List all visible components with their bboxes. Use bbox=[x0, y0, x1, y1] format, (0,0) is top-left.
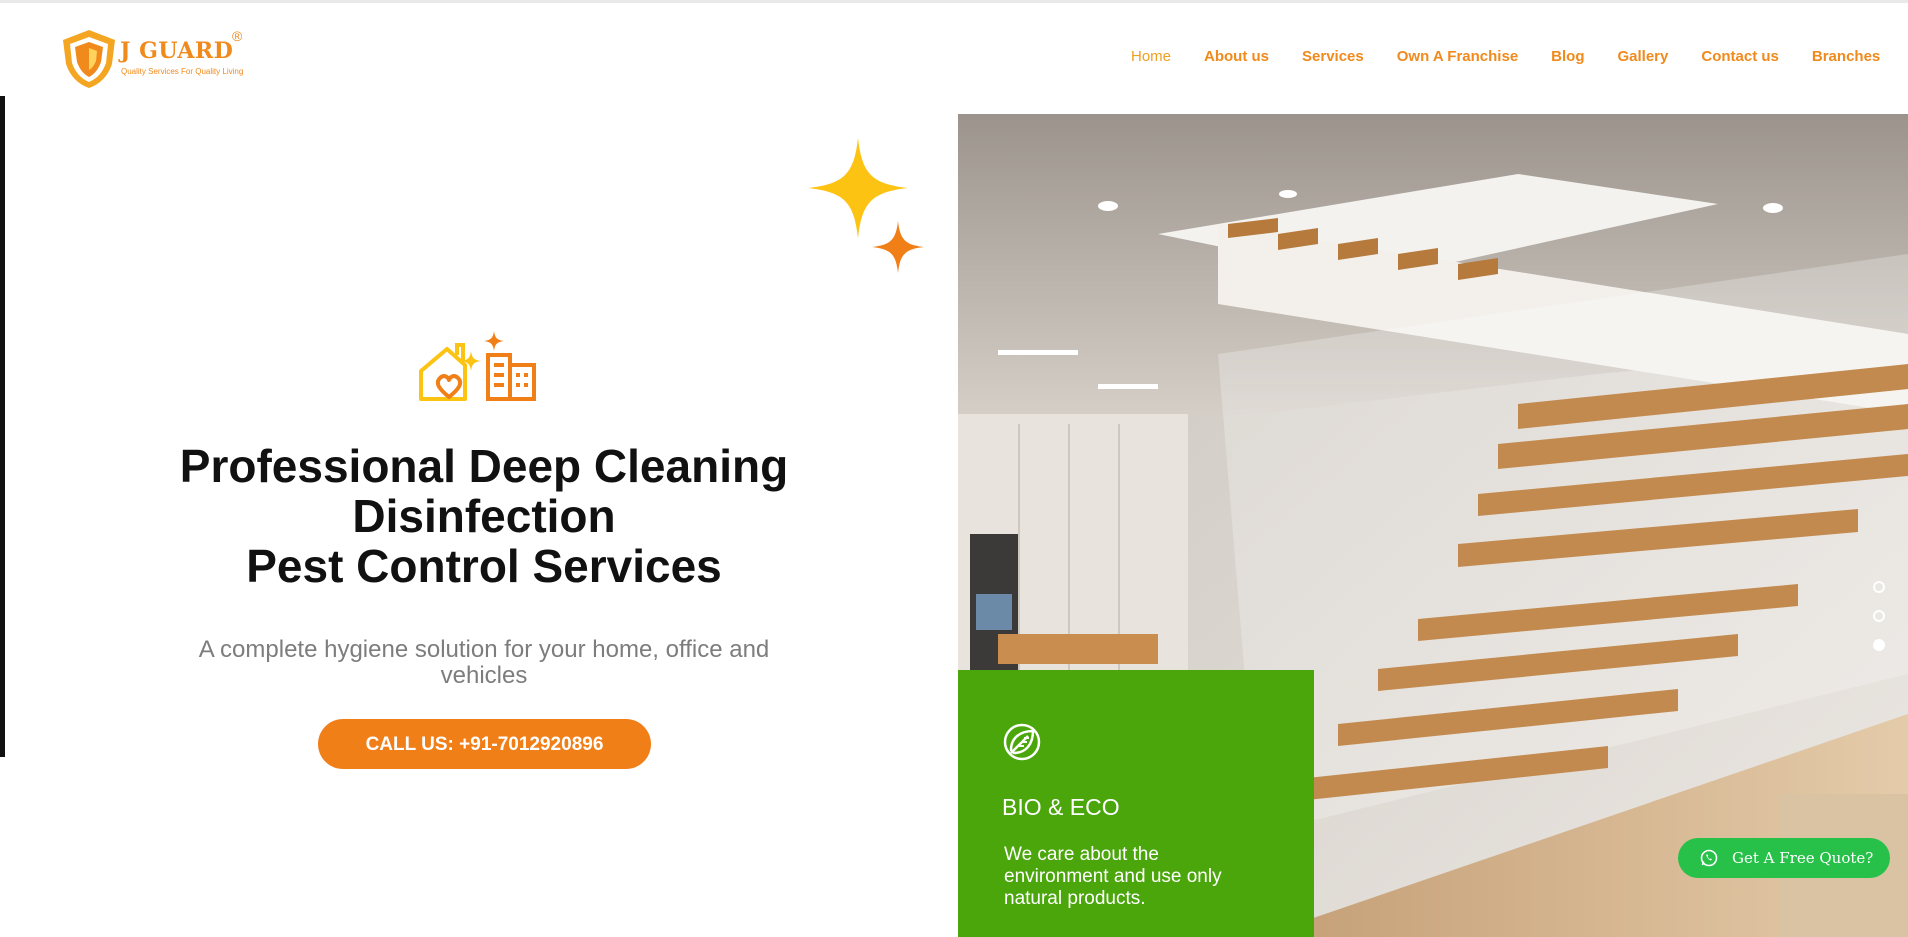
whatsapp-icon bbox=[1700, 849, 1718, 867]
hero-title-line-3: Pest Control Services bbox=[246, 540, 722, 592]
nav-home[interactable]: Home bbox=[1131, 48, 1171, 65]
site-logo[interactable]: J GUARD ® Quality Services For Quality L… bbox=[60, 26, 250, 92]
nav-services[interactable]: Services bbox=[1302, 48, 1364, 65]
nav-own-a-franchise[interactable]: Own A Franchise bbox=[1397, 48, 1518, 65]
hero-title-line-2: Disinfection bbox=[352, 490, 616, 542]
leaf-icon bbox=[1003, 723, 1041, 761]
slider-dot-1[interactable] bbox=[1873, 581, 1885, 593]
get-free-quote-button[interactable]: Get A Free Quote? bbox=[1678, 838, 1890, 878]
nav-branches[interactable]: Branches bbox=[1812, 48, 1880, 65]
brand-tagline: Quality Services For Quality Living bbox=[121, 67, 244, 76]
hero-title-line-1: Professional Deep Cleaning bbox=[179, 440, 789, 492]
eco-card-title: BIO & ECO bbox=[1002, 794, 1120, 820]
slider-dot-3[interactable] bbox=[1873, 639, 1885, 651]
slider-dots bbox=[1873, 581, 1885, 668]
left-edge-bar bbox=[0, 96, 5, 757]
nav-gallery[interactable]: Gallery bbox=[1618, 48, 1669, 65]
main-nav: Home About us Services Own A Franchise B… bbox=[1131, 48, 1880, 65]
brand-name: J GUARD bbox=[120, 38, 234, 64]
eco-card-text: We care about the environment and use on… bbox=[1004, 844, 1222, 909]
get-free-quote-label: Get A Free Quote? bbox=[1732, 849, 1874, 867]
nav-contact-us[interactable]: Contact us bbox=[1701, 48, 1779, 65]
slider-dot-2[interactable] bbox=[1873, 610, 1885, 622]
top-border bbox=[0, 0, 1908, 3]
home-building-sparkle-icon bbox=[419, 331, 536, 401]
shield-logo-icon bbox=[63, 30, 115, 88]
nav-about-us[interactable]: About us bbox=[1204, 48, 1269, 65]
hero-title: Professional Deep Cleaning Disinfection … bbox=[134, 441, 834, 591]
call-us-button[interactable]: CALL US: +91-7012920896 bbox=[318, 719, 651, 769]
sparkle-small-icon bbox=[872, 221, 924, 273]
nav-blog[interactable]: Blog bbox=[1551, 48, 1584, 65]
hero-subtitle: A complete hygiene solution for your hom… bbox=[198, 636, 770, 689]
registered-mark: ® bbox=[232, 28, 243, 44]
bio-eco-card: BIO & ECO We care about the environment … bbox=[958, 670, 1314, 937]
